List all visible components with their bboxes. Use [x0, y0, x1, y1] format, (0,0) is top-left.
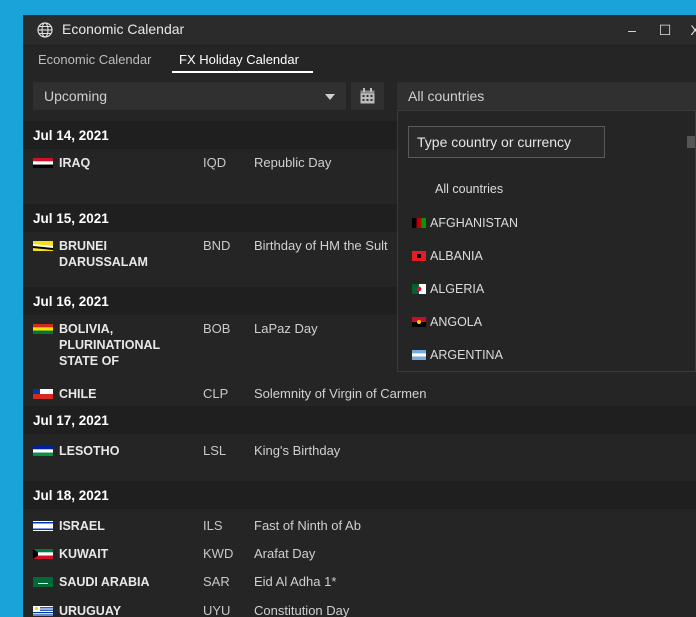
calendar-icon	[360, 88, 375, 104]
chevron-down-icon	[325, 94, 335, 100]
dropdown-item-label: ALGERIA	[430, 282, 485, 296]
argentina-flag-icon	[412, 350, 426, 360]
country-search-placeholder: Type country or currency	[417, 134, 572, 150]
currency-code: BOB	[203, 321, 231, 336]
country-name: ISRAEL	[59, 519, 105, 533]
country-name-line: DARUSSALAM	[59, 255, 148, 269]
uruguay-flag-icon	[33, 606, 53, 616]
country-name-line: BRUNEI	[59, 239, 107, 253]
chile-flag-icon	[33, 389, 53, 399]
table-row[interactable]: LESOTHO LSL King's Birthday	[23, 442, 696, 466]
table-row[interactable]: ISRAEL ILS Fast of Ninth of Ab	[23, 517, 696, 541]
window-title: Economic Calendar	[62, 21, 185, 37]
currency-code: IQD	[203, 155, 227, 170]
country-name: SAUDI ARABIA	[59, 575, 150, 589]
country-name: CHILE	[59, 387, 97, 401]
close-button[interactable]: X	[684, 19, 696, 41]
globe-icon	[37, 22, 53, 38]
countries-select-value: All countries	[408, 88, 485, 104]
period-select[interactable]: Upcoming	[33, 82, 346, 110]
dropdown-item-all-countries[interactable]: All countries	[435, 182, 503, 196]
dropdown-item-label: ANGOLA	[430, 315, 483, 329]
currency-code: BND	[203, 238, 231, 253]
currency-code: UYU	[203, 603, 231, 617]
title-bar: Economic Calendar – ☐ X	[23, 15, 696, 46]
israel-flag-icon	[33, 521, 53, 531]
iraq-flag-icon	[33, 158, 53, 168]
currency-code: SAR	[203, 574, 230, 589]
angola-flag-icon	[412, 317, 426, 327]
country-search-input[interactable]: Type country or currency	[408, 126, 605, 158]
currency-code: ILS	[203, 518, 223, 533]
table-row[interactable]: SAUDI ARABIA SAR Eid Al Adha 1*	[23, 573, 696, 597]
holiday-name: King's Birthday	[254, 443, 341, 458]
bolivia-flag-icon	[33, 324, 53, 334]
date-header: Jul 17, 2021	[23, 406, 696, 434]
countries-select[interactable]: All countries	[397, 82, 696, 110]
country-name: URUGUAY	[59, 604, 122, 617]
holiday-name: Solemnity of Virgin of Carmen	[254, 386, 427, 401]
minimize-button[interactable]: –	[621, 19, 643, 41]
maximize-button[interactable]: ☐	[654, 19, 676, 41]
dropdown-item-angola[interactable]: ANGOLA	[412, 315, 482, 329]
tab-bar: Economic Calendar FX Holiday Calendar	[23, 46, 696, 73]
countries-dropdown: Type country or currency All countries A…	[397, 110, 696, 372]
currency-code: LSL	[203, 443, 227, 458]
date-label: Jul 18, 2021	[33, 488, 109, 503]
country-name-line: STATE OF	[59, 354, 119, 368]
holiday-name: Eid Al Adha 1*	[254, 574, 337, 589]
tab-fx-holiday-calendar[interactable]: FX Holiday Calendar	[179, 52, 299, 67]
table-row[interactable]: URUGUAY UYU Constitution Day	[23, 602, 696, 617]
afghanistan-flag-icon	[412, 218, 426, 228]
currency-code: CLP	[203, 386, 229, 401]
country-name: BOLIVIA, PLURINATIONAL STATE OF	[59, 321, 209, 369]
dropdown-scrollbar[interactable]	[687, 116, 695, 366]
active-tab-indicator	[172, 71, 313, 73]
dropdown-item-label: ALBANIA	[430, 249, 483, 263]
holiday-name: Constitution Day	[254, 603, 350, 617]
filter-bar: Upcoming All countries	[23, 77, 696, 113]
holiday-name: Republic Day	[254, 155, 332, 170]
dropdown-item-algeria[interactable]: ALGERIA	[412, 282, 484, 296]
saudi-arabia-flag-icon	[33, 577, 53, 587]
holiday-name: Birthday of HM the Sult	[254, 238, 388, 253]
period-select-value: Upcoming	[44, 88, 108, 104]
scrollbar-thumb[interactable]	[687, 136, 695, 148]
holiday-name: LaPaz Day	[254, 321, 318, 336]
holiday-name: Arafat Day	[254, 546, 316, 561]
lesotho-flag-icon	[33, 446, 53, 456]
country-name: LESOTHO	[59, 444, 120, 458]
date-label: Jul 17, 2021	[33, 413, 109, 428]
dropdown-item-albania[interactable]: ALBANIA	[412, 249, 483, 263]
date-label: Jul 15, 2021	[33, 211, 109, 226]
currency-code: KWD	[203, 546, 234, 561]
holiday-name: Fast of Ninth of Ab	[254, 518, 361, 533]
country-name-line: BOLIVIA,	[59, 322, 114, 336]
date-label: Jul 14, 2021	[33, 128, 109, 143]
algeria-flag-icon	[412, 284, 426, 294]
kuwait-flag-icon	[33, 549, 53, 559]
table-row[interactable]: KUWAIT KWD Arafat Day	[23, 545, 696, 569]
dropdown-item-argentina[interactable]: ARGENTINA	[412, 348, 503, 362]
albania-flag-icon	[412, 251, 426, 261]
calendar-button[interactable]	[351, 82, 384, 110]
country-name: KUWAIT	[59, 547, 109, 561]
date-header: Jul 18, 2021	[23, 481, 696, 509]
country-name-line: PLURINATIONAL	[59, 338, 161, 352]
date-label: Jul 16, 2021	[33, 294, 109, 309]
country-name: IRAQ	[59, 156, 91, 170]
dropdown-item-label: All countries	[435, 182, 504, 196]
dropdown-item-afghanistan[interactable]: AFGHANISTAN	[412, 216, 518, 230]
country-name: BRUNEI DARUSSALAM	[59, 238, 209, 270]
dropdown-item-label: ARGENTINA	[430, 348, 503, 362]
tab-economic-calendar[interactable]: Economic Calendar	[38, 52, 151, 67]
brunei-flag-icon	[33, 241, 53, 251]
dropdown-item-label: AFGHANISTAN	[430, 216, 518, 230]
